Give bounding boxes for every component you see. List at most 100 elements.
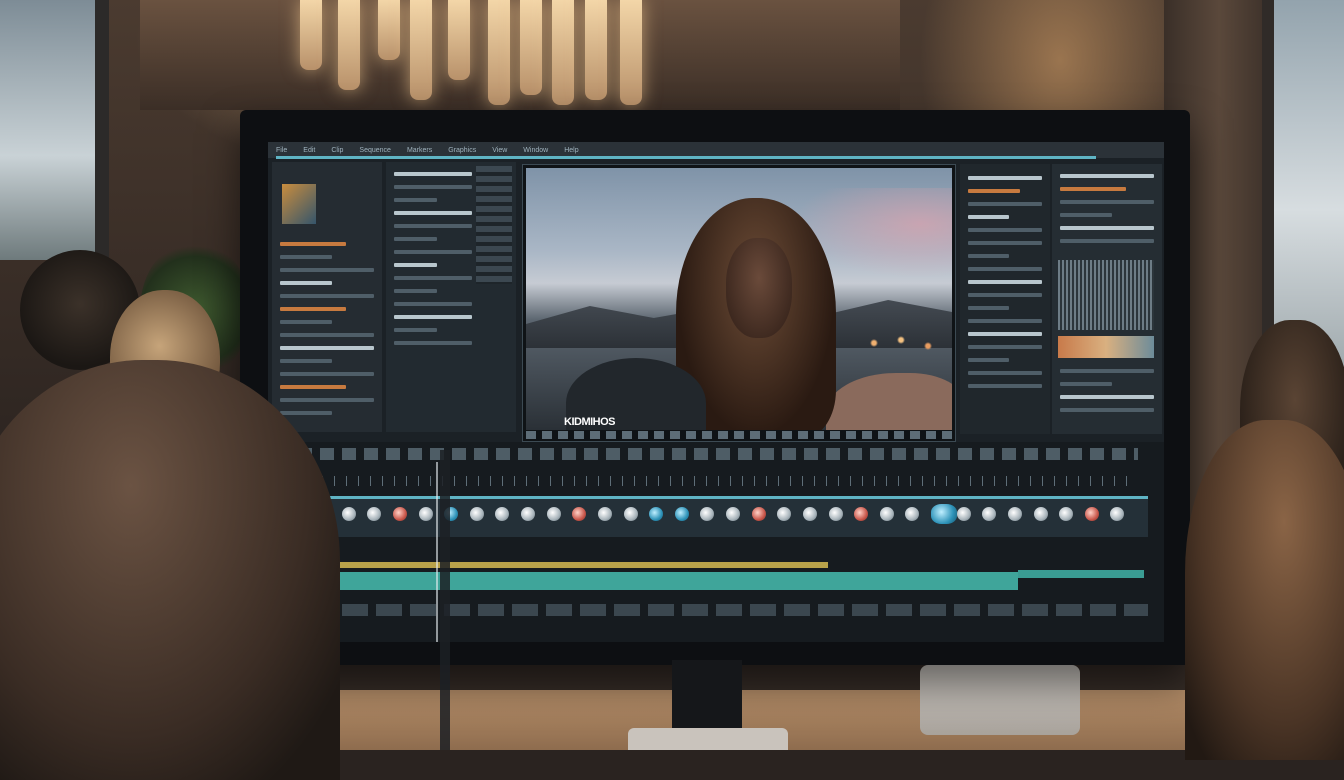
- property-row[interactable]: [968, 358, 1009, 362]
- effect-row[interactable]: [394, 237, 437, 241]
- effect-row[interactable]: [394, 224, 472, 228]
- inspector-panel[interactable]: [960, 164, 1050, 434]
- timeline-clip[interactable]: [1110, 507, 1124, 521]
- timeline-ruler[interactable]: [298, 476, 1138, 486]
- timeline-clip[interactable]: [367, 507, 381, 521]
- timeline-clip[interactable]: [495, 507, 509, 521]
- timeline-clip[interactable]: [905, 507, 919, 521]
- menu-item[interactable]: File: [276, 147, 287, 154]
- playhead[interactable]: [436, 462, 438, 642]
- menu-item[interactable]: Help: [564, 147, 578, 154]
- timeline-clip[interactable]: [624, 507, 638, 521]
- property-row[interactable]: [1060, 382, 1112, 386]
- media-row[interactable]: [280, 411, 332, 415]
- property-row[interactable]: [968, 306, 1009, 310]
- property-row[interactable]: [968, 293, 1042, 297]
- property-row[interactable]: [968, 332, 1042, 336]
- media-row[interactable]: [280, 255, 332, 259]
- property-row[interactable]: [968, 280, 1042, 284]
- menu-item[interactable]: Markers: [407, 147, 432, 154]
- property-row[interactable]: [968, 267, 1042, 271]
- timeline-clip[interactable]: [521, 507, 535, 521]
- timeline-clip[interactable]: [547, 507, 561, 521]
- timeline-clip[interactable]: [957, 507, 971, 521]
- property-row[interactable]: [968, 215, 1009, 219]
- timeline-clip[interactable]: [880, 507, 894, 521]
- property-row[interactable]: [968, 319, 1042, 323]
- video-track-clip[interactable]: [1018, 570, 1144, 578]
- timeline-clip[interactable]: [1085, 507, 1099, 521]
- timeline-clip[interactable]: [598, 507, 612, 521]
- property-row[interactable]: [1060, 213, 1112, 217]
- property-row[interactable]: [968, 384, 1042, 388]
- timeline-clip[interactable]: [854, 507, 868, 521]
- media-row[interactable]: [280, 385, 346, 389]
- effect-row[interactable]: [394, 289, 437, 293]
- property-row[interactable]: [968, 189, 1020, 193]
- property-row[interactable]: [1060, 369, 1154, 373]
- media-row[interactable]: [280, 307, 346, 311]
- menu-item[interactable]: Clip: [331, 147, 343, 154]
- media-row[interactable]: [280, 294, 374, 298]
- property-row[interactable]: [968, 176, 1042, 180]
- media-row[interactable]: [280, 372, 374, 376]
- media-row[interactable]: [280, 398, 374, 402]
- playback-controls[interactable]: [526, 431, 952, 439]
- property-row[interactable]: [968, 228, 1042, 232]
- effect-row[interactable]: [394, 198, 437, 202]
- timeline-clip[interactable]: [931, 504, 957, 524]
- media-row[interactable]: [280, 281, 332, 285]
- timeline-clip[interactable]: [649, 507, 663, 521]
- timeline-clip[interactable]: [803, 507, 817, 521]
- timeline-clip[interactable]: [777, 507, 791, 521]
- program-monitor[interactable]: KIDMIHOS: [522, 164, 956, 442]
- timeline-clip[interactable]: [726, 507, 740, 521]
- timeline-clip[interactable]: [752, 507, 766, 521]
- effect-row[interactable]: [394, 328, 437, 332]
- timeline-clip[interactable]: [572, 507, 586, 521]
- timeline-clip[interactable]: [1008, 507, 1022, 521]
- timeline-clip[interactable]: [982, 507, 996, 521]
- timeline-clip[interactable]: [470, 507, 484, 521]
- timeline-clip[interactable]: [1059, 507, 1073, 521]
- effect-row[interactable]: [394, 185, 472, 189]
- timeline-clip[interactable]: [829, 507, 843, 521]
- color-scopes-panel[interactable]: [1052, 164, 1162, 434]
- effect-row[interactable]: [394, 315, 472, 319]
- property-row[interactable]: [968, 371, 1042, 375]
- timeline-clip[interactable]: [419, 507, 433, 521]
- media-row[interactable]: [280, 333, 374, 337]
- media-row[interactable]: [280, 346, 374, 350]
- effect-row[interactable]: [394, 276, 472, 280]
- video-track[interactable]: [308, 496, 1148, 537]
- timeline-toolbar[interactable]: [298, 448, 1138, 460]
- timeline-clip[interactable]: [1034, 507, 1048, 521]
- media-browser-panel[interactable]: [272, 162, 382, 432]
- effect-row[interactable]: [394, 172, 472, 176]
- menu-item[interactable]: Window: [523, 147, 548, 154]
- effect-row[interactable]: [394, 263, 437, 267]
- media-thumbnail[interactable]: [282, 184, 316, 224]
- tool-strip[interactable]: [476, 166, 512, 284]
- menu-item[interactable]: Edit: [303, 147, 315, 154]
- property-row[interactable]: [1060, 408, 1154, 412]
- property-row[interactable]: [1060, 174, 1154, 178]
- property-row[interactable]: [1060, 395, 1154, 399]
- timeline-panel[interactable]: [268, 442, 1164, 642]
- timeline-clip[interactable]: [393, 507, 407, 521]
- menu-item[interactable]: Graphics: [448, 147, 476, 154]
- media-row[interactable]: [280, 242, 346, 246]
- property-row[interactable]: [1060, 187, 1126, 191]
- property-row[interactable]: [968, 241, 1042, 245]
- effect-row[interactable]: [394, 250, 472, 254]
- audio-track[interactable]: [308, 562, 828, 568]
- timeline-clip[interactable]: [700, 507, 714, 521]
- property-row[interactable]: [968, 345, 1042, 349]
- effect-row[interactable]: [394, 302, 472, 306]
- effect-row[interactable]: [394, 341, 472, 345]
- property-row[interactable]: [1060, 226, 1154, 230]
- menu-item[interactable]: Sequence: [359, 147, 391, 154]
- effect-row[interactable]: [394, 211, 472, 215]
- property-row[interactable]: [968, 254, 1009, 258]
- timeline-clip[interactable]: [342, 507, 356, 521]
